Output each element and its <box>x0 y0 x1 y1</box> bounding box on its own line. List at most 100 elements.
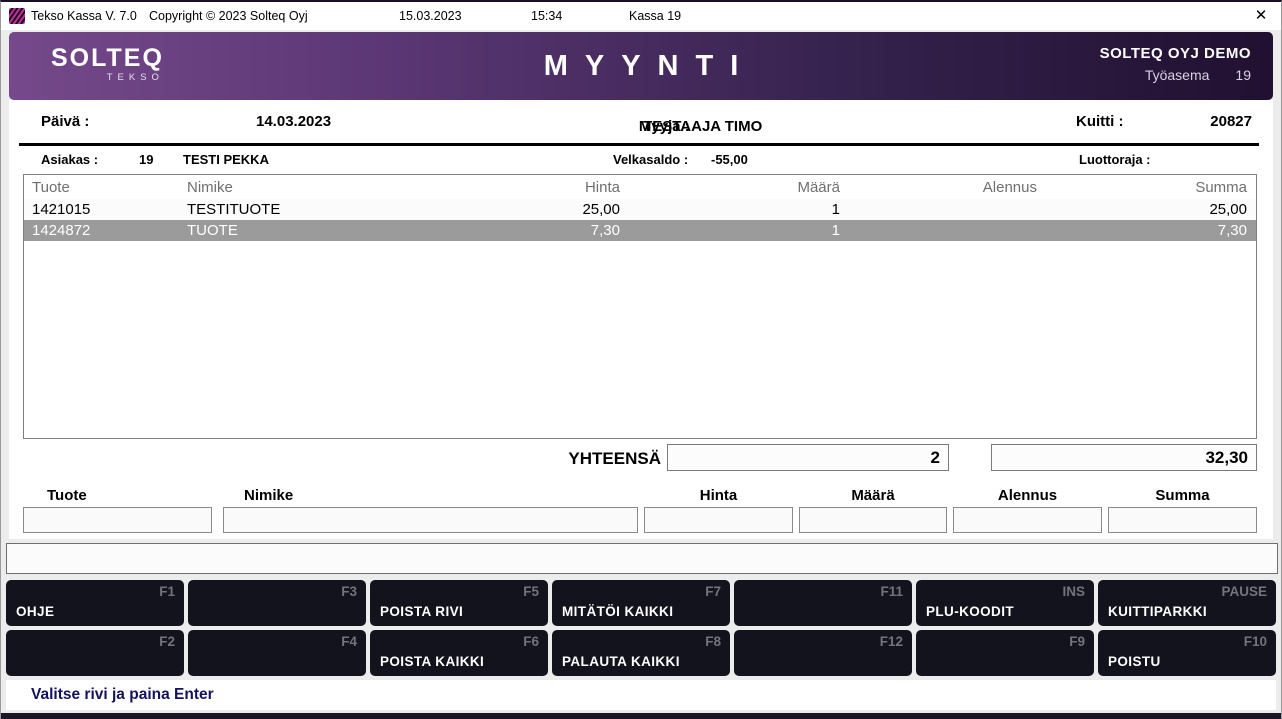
cell-tuote: 1424872 <box>24 222 179 239</box>
cell-tuote: 1421015 <box>24 201 179 218</box>
page-title: MYYNTI <box>9 50 1273 83</box>
key-hint: F10 <box>1244 634 1267 649</box>
customer-number: 19 <box>139 152 153 167</box>
key-hint: F12 <box>880 634 903 649</box>
key-hint: F11 <box>880 584 903 599</box>
f4-button[interactable]: F4 <box>188 630 366 676</box>
nimike-input[interactable] <box>223 507 638 533</box>
title-bar: Tekso Kassa V. 7.0 Copyright © 2023 Solt… <box>1 2 1281 30</box>
receipt-number: 20827 <box>1210 113 1252 130</box>
receipt-label: Kuitti : <box>1076 113 1123 130</box>
col-header-summa: Summa <box>1041 179 1256 196</box>
header-right-info: SOLTEQ OYJ DEMO Työasema 19 <box>1100 45 1251 83</box>
alennus-input[interactable] <box>953 507 1102 533</box>
f2-button[interactable]: F2 <box>6 630 184 676</box>
entry-label-hinta: Hinta <box>644 487 793 504</box>
col-header-maara: Määrä <box>624 179 844 196</box>
button-label: POISTA RIVI <box>380 604 463 619</box>
copyright-text: Copyright © 2023 Solteq Oyj <box>149 9 308 23</box>
key-hint: F8 <box>705 634 721 649</box>
system-time: 15:34 <box>531 9 562 23</box>
close-icon[interactable]: ✕ <box>1241 2 1281 30</box>
function-key-row-2: F2 F4 F6 POISTA KAIKKI F8 PALAUTA KAIKKI F… <box>6 630 1276 676</box>
poistu-button[interactable]: F10 POISTU <box>1098 630 1276 676</box>
cell-maara: 1 <box>624 222 844 239</box>
maara-input[interactable] <box>799 507 947 533</box>
cell-nimike: TESTITUOTE <box>179 201 469 218</box>
table-row[interactable]: 1421015 TESTITUOTE 25,00 1 25,00 <box>24 199 1256 220</box>
button-label: POISTA KAIKKI <box>380 654 484 669</box>
palauta-kaikki-button[interactable]: F8 PALAUTA KAIKKI <box>552 630 730 676</box>
key-hint: F1 <box>159 584 175 599</box>
entry-label-summa: Summa <box>1108 487 1257 504</box>
cell-hinta: 25,00 <box>469 201 624 218</box>
col-header-nimike: Nimike <box>179 179 469 196</box>
screen-header: SOLTEQ TEKSO MYYNTI SOLTEQ OYJ DEMO Työa… <box>9 32 1273 100</box>
customer-name: TESTI PEKKA <box>183 152 269 167</box>
mitatoi-kaikki-button[interactable]: F7 MITÄTÖI KAIKKI <box>552 580 730 626</box>
hinta-input[interactable] <box>644 507 793 533</box>
col-header-tuote: Tuote <box>24 179 179 196</box>
f3-button[interactable]: F3 <box>188 580 366 626</box>
key-hint: INS <box>1062 584 1085 599</box>
window-title: Tekso Kassa V. 7.0 <box>31 9 137 23</box>
poista-rivi-button[interactable]: F5 POISTA RIVI <box>370 580 548 626</box>
workstation-number: 19 <box>1235 67 1251 83</box>
cell-hinta: 7,30 <box>469 222 624 239</box>
credit-limit-label: Luottoraja : <box>1079 152 1151 167</box>
command-input[interactable] <box>6 543 1278 574</box>
key-hint: F2 <box>159 634 175 649</box>
cell-maara: 1 <box>624 201 844 218</box>
key-hint: F9 <box>1069 634 1085 649</box>
button-label: KUITTIPARKKI <box>1108 604 1207 619</box>
header-divider <box>19 143 1259 146</box>
seller-value: TESTAAJA TIMO <box>643 118 762 135</box>
key-hint: F7 <box>705 584 721 599</box>
button-label: POISTU <box>1108 654 1161 669</box>
app-logo-icon <box>9 8 25 24</box>
f9-button[interactable]: F9 <box>916 630 1094 676</box>
status-message: Valitse rivi ja paina Enter <box>31 686 214 704</box>
entry-label-alennus: Alennus <box>953 487 1102 504</box>
system-date: 15.03.2023 <box>399 9 462 23</box>
cell-nimike: TUOTE <box>179 222 469 239</box>
total-label: YHTEENSÄ <box>489 445 661 472</box>
entry-label-tuote: Tuote <box>47 487 87 504</box>
main-panel: Päivä : 14.03.2023 Myyjä : TESTAAJA TIMO… <box>9 100 1273 539</box>
key-hint: F5 <box>523 584 539 599</box>
button-label: MITÄTÖI KAIKKI <box>562 604 673 619</box>
kuittiparkki-button[interactable]: PAUSE KUITTIPARKKI <box>1098 580 1276 626</box>
poista-kaikki-button[interactable]: F6 POISTA KAIKKI <box>370 630 548 676</box>
key-hint: F6 <box>523 634 539 649</box>
f12-button[interactable]: F12 <box>734 630 912 676</box>
table-row-selected[interactable]: 1424872 TUOTE 7,30 1 7,30 <box>24 220 1256 241</box>
ohje-button[interactable]: F1 OHJE <box>6 580 184 626</box>
company-name: SOLTEQ OYJ DEMO <box>1100 45 1251 62</box>
button-label: OHJE <box>16 604 54 619</box>
entry-label-maara: Määrä <box>799 487 947 504</box>
debt-value: -55,00 <box>711 152 748 167</box>
cell-summa: 7,30 <box>1041 222 1256 239</box>
summa-input[interactable] <box>1108 507 1257 533</box>
f11-button[interactable]: F11 <box>734 580 912 626</box>
bottom-accent-strip <box>1 713 1281 719</box>
receipt-info-row: Päivä : 14.03.2023 Myyjä : TESTAAJA TIMO… <box>9 108 1273 138</box>
tuote-input[interactable] <box>23 507 212 533</box>
register-id: Kassa 19 <box>629 9 681 23</box>
sales-table: Tuote Nimike Hinta Määrä Alennus Summa 1… <box>23 174 1257 439</box>
customer-row: Asiakas : 19 TESTI PEKKA Velkasaldo : -5… <box>9 149 1273 171</box>
plu-koodit-button[interactable]: INSPLU-KOODIT <box>916 580 1094 626</box>
app-window: Tekso Kassa V. 7.0 Copyright © 2023 Solt… <box>0 0 1282 719</box>
total-quantity-field: 2 <box>667 444 949 471</box>
workstation-label: Työasema <box>1145 67 1210 83</box>
key-hint: F3 <box>341 584 357 599</box>
customer-label: Asiakas : <box>41 152 98 167</box>
status-bar: Valitse rivi ja paina Enter <box>6 680 1276 710</box>
function-key-row-1: F1 OHJE F3 F5 POISTA RIVI F7 MITÄTÖI KAIKKI… <box>6 580 1276 626</box>
entry-label-nimike: Nimike <box>244 487 293 504</box>
debt-label: Velkasaldo : <box>613 152 688 167</box>
button-label: PALAUTA KAIKKI <box>562 654 680 669</box>
col-header-hinta: Hinta <box>469 179 624 196</box>
workstation-info: Työasema 19 <box>1100 67 1251 83</box>
key-hint: PAUSE <box>1221 584 1267 599</box>
